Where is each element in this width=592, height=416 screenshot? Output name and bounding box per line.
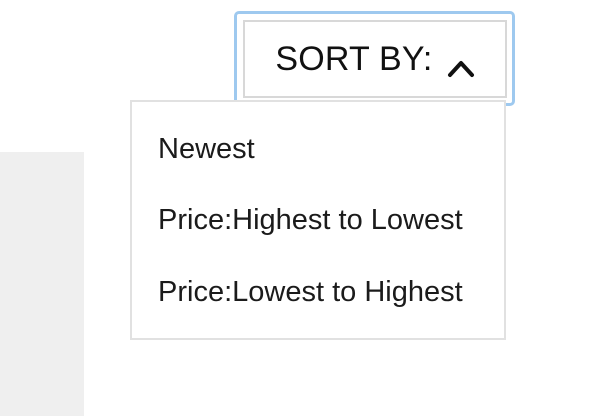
sort-dropdown-menu: Newest Price:Highest to Lowest Price:Low… <box>130 100 506 340</box>
sort-option-newest[interactable]: Newest <box>158 127 498 171</box>
sort-by-label: SORT BY: <box>275 39 433 78</box>
sort-option-price-high-to-low[interactable]: Price:Highest to Lowest <box>158 198 498 242</box>
chevron-up-icon <box>447 48 475 77</box>
sort-option-price-low-to-high[interactable]: Price:Lowest to Highest <box>158 270 498 314</box>
page: SORT BY: Newest Price:Highest to Lowest … <box>0 0 592 416</box>
sort-by-button[interactable]: SORT BY: <box>243 20 507 98</box>
product-image-placeholder <box>0 152 84 416</box>
